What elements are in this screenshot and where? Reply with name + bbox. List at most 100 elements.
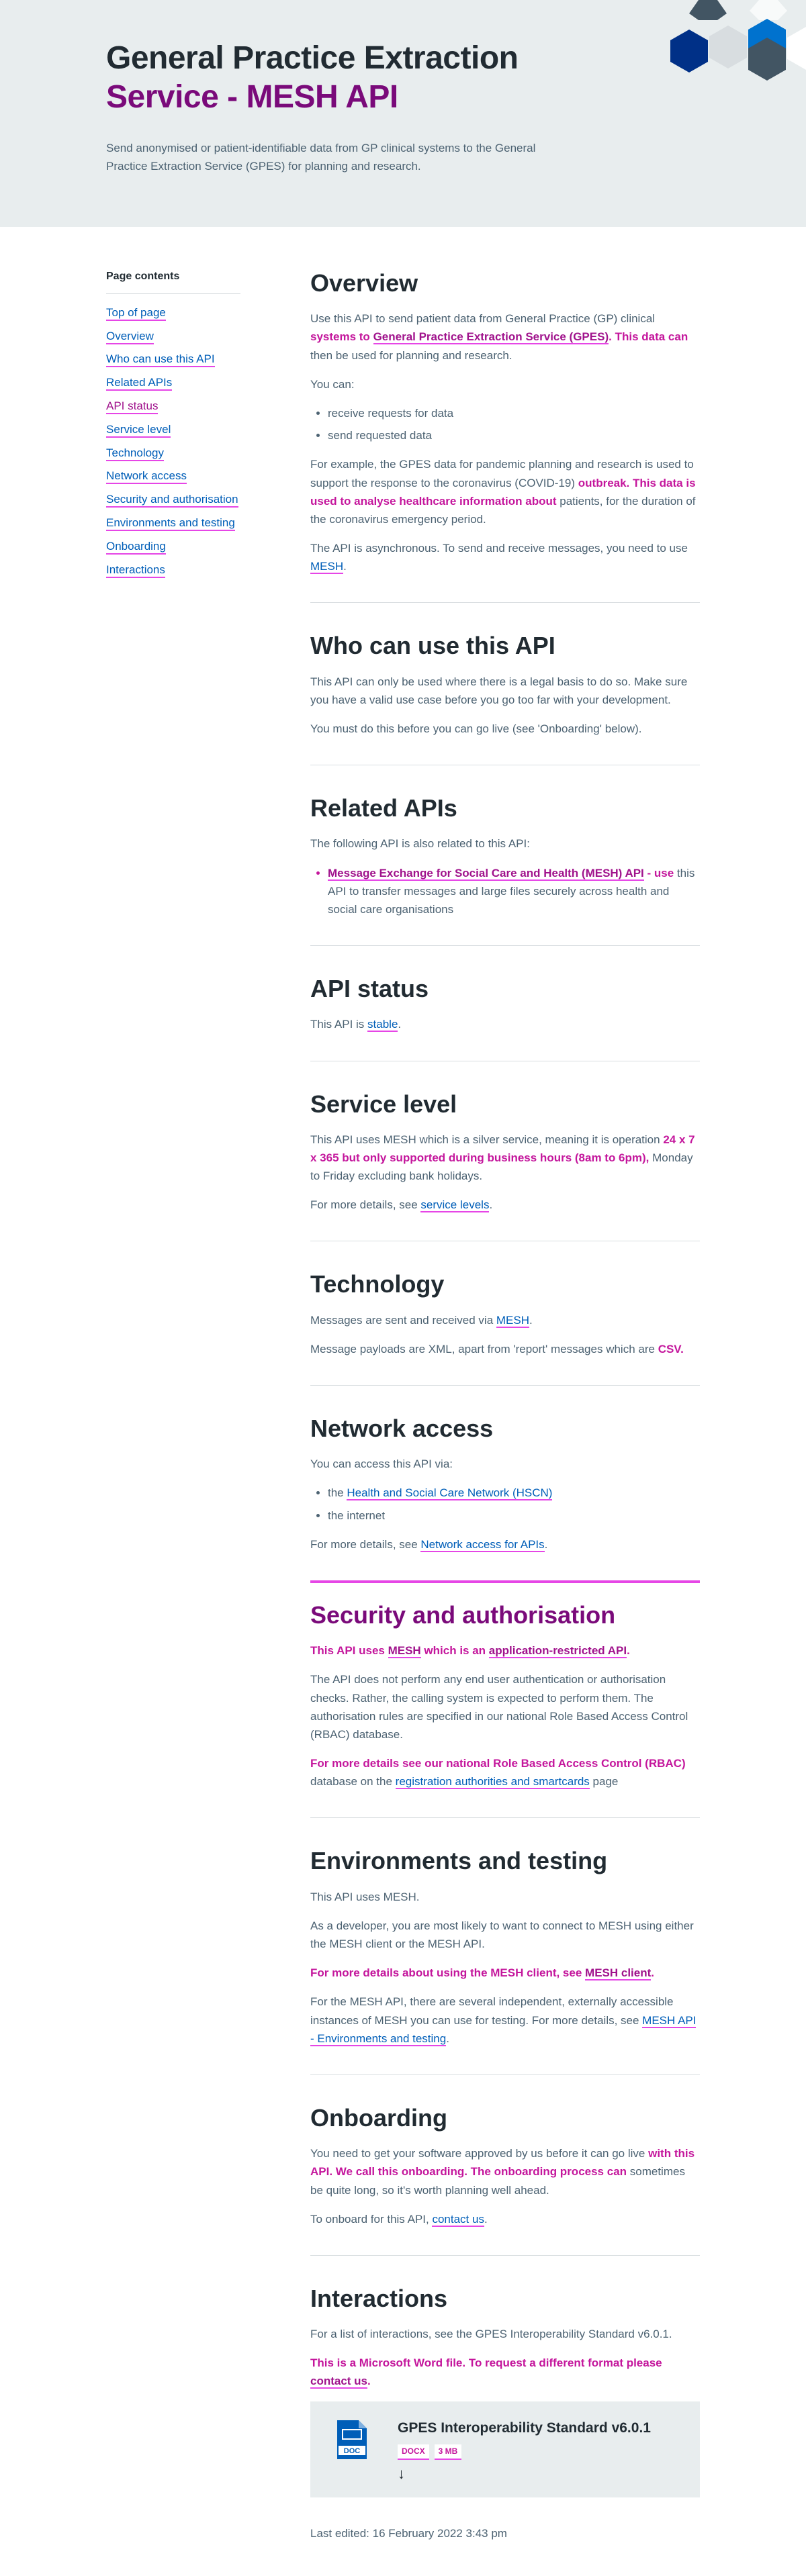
related-list: Message Exchange for Social Care and Hea…	[328, 864, 700, 919]
hscn-link[interactable]: Health and Social Care Network (HSCN)	[347, 1486, 553, 1501]
section-onboarding: Onboarding You need to get your software…	[310, 2103, 700, 2256]
last-edited-date: Last edited: 16 February 2022 3:43 pm	[310, 2526, 507, 2540]
mesh-link[interactable]: MESH	[388, 1644, 421, 1659]
overview-list: receive requests for data send requested…	[328, 404, 700, 444]
section-service-level: Service level This API uses MESH which i…	[310, 1090, 700, 1242]
section-status: API status This API is stable.	[310, 974, 700, 1061]
punctuation: .	[343, 560, 347, 573]
network-heading: Network access	[310, 1415, 494, 1442]
nav-link-onboarding[interactable]: Onboarding	[106, 539, 166, 555]
security-text-hl: which is an	[420, 1644, 489, 1658]
nav-link-interactions[interactable]: Interactions	[106, 563, 165, 578]
contact-us-link[interactable]: contact us	[310, 2375, 368, 2389]
document-title[interactable]: GPES Interoperability Standard v6.0.1	[398, 2418, 651, 2440]
section-overview: Overview Use this API to send patient da…	[310, 269, 700, 604]
list-item: send requested data	[328, 426, 700, 444]
nav-link-who[interactable]: Who can use this API	[106, 352, 215, 368]
technology-text-hl: CSV.	[658, 1342, 684, 1355]
environments-heading: Environments and testing	[310, 1847, 608, 1875]
technology-text: Messages are sent and received via	[310, 1313, 496, 1327]
contact-us-link[interactable]: contact us	[432, 2212, 484, 2227]
status-heading: API status	[310, 975, 429, 1003]
page-description: Send anonymised or patient-identifiable …	[106, 142, 536, 173]
security-paragraph-1: This API uses MESH which is an applicati…	[310, 1641, 700, 1660]
list-item: receive requests for data	[328, 404, 700, 422]
nav-link-network[interactable]: Network access	[106, 469, 187, 485]
list-item: the internet	[328, 1507, 700, 1525]
service-levels-link[interactable]: service levels	[420, 1198, 490, 1213]
punctuation: .	[544, 1537, 548, 1551]
section-security: Security and authorisation This API uses…	[310, 1580, 700, 1819]
environments-paragraph-1: This API uses MESH.	[310, 1890, 420, 1903]
environments-text: For the MESH API, there are several inde…	[310, 1995, 674, 2027]
security-paragraph-3: For more details see our national Role B…	[310, 1754, 700, 1791]
network-access-link[interactable]: Network access for APIs	[420, 1537, 545, 1552]
overview-paragraph-4: The API is asynchronous. To send and rec…	[310, 539, 700, 575]
nav-link-overview[interactable]: Overview	[106, 329, 154, 344]
status-paragraph: This API is stable.	[310, 1015, 700, 1033]
interactions-heading: Interactions	[310, 2284, 448, 2312]
download-arrow-icon[interactable]: ↓	[398, 2466, 651, 2481]
onboarding-paragraph-1: You need to get your software approved b…	[310, 2144, 700, 2199]
technology-paragraph-2: Message payloads are XML, apart from 're…	[310, 1340, 700, 1358]
stable-link[interactable]: stable	[367, 1018, 398, 1033]
overview-paragraph-3: For example, the GPES data for pandemic …	[310, 455, 700, 528]
overview-text-end: then be used for planning and research.	[310, 348, 512, 362]
nav-link-technology[interactable]: Technology	[106, 446, 165, 461]
service-level-paragraph-2: For more details, see service levels.	[310, 1196, 700, 1214]
file-format-badge: DOCX	[398, 2444, 429, 2460]
punctuation: .	[398, 1018, 402, 1031]
doc-icon-label: DOC	[344, 2447, 361, 2455]
nav-link-security[interactable]: Security and authorisation	[106, 493, 238, 508]
document-details: GPES Interoperability Standard v6.0.1 DO…	[398, 2418, 651, 2481]
network-text: For more details, see	[310, 1537, 421, 1551]
page-body: Page contents Top of page Overview Who c…	[0, 227, 806, 2576]
security-paragraph-2: The API does not perform any end user au…	[310, 1673, 688, 1741]
nav-link-environments[interactable]: Environments and testing	[106, 516, 235, 531]
application-restricted-link[interactable]: application-restricted API	[488, 1644, 627, 1659]
security-text-hl: This API uses	[310, 1644, 388, 1658]
network-paragraph-1: You can access this API via:	[310, 1458, 453, 1471]
who-paragraph-2: You must do this before you can go live …	[310, 722, 642, 735]
technology-paragraph-1: Messages are sent and received via MESH.	[310, 1311, 700, 1329]
word-document-icon: DOC	[337, 2420, 367, 2459]
hexagon-decoration	[670, 0, 806, 81]
overview-paragraph-1: Use this API to send patient data from G…	[310, 309, 700, 365]
onboarding-heading: Onboarding	[310, 2103, 447, 2132]
punctuation: .	[627, 1644, 630, 1658]
mesh-link[interactable]: MESH	[310, 560, 344, 575]
related-text-hl: - use	[643, 866, 674, 879]
hero-content: General Practice Extraction Service - ME…	[106, 39, 576, 176]
network-text: the	[328, 1486, 347, 1500]
nav-link-status[interactable]: API status	[106, 399, 159, 414]
registration-authorities-link[interactable]: registration authorities and smartcards	[395, 1775, 590, 1790]
list-item: Message Exchange for Social Care and Hea…	[328, 864, 700, 919]
mesh-link[interactable]: MESH	[496, 1313, 529, 1328]
interactions-paragraph-1: For a list of interactions, see the GPES…	[310, 2328, 672, 2341]
punctuation: .	[484, 2212, 488, 2226]
page-title: General Practice Extraction Service - ME…	[106, 39, 576, 116]
nav-link-related[interactable]: Related APIs	[106, 376, 173, 391]
mesh-api-link[interactable]: Message Exchange for Social Care and Hea…	[328, 866, 644, 881]
section-interactions: Interactions For a list of interactions,…	[310, 2284, 700, 2542]
overview-text: The API is asynchronous. To send and rec…	[310, 542, 688, 555]
security-heading: Security and authorisation	[310, 1601, 616, 1629]
environments-text-hl: For more details about using the MESH cl…	[310, 1966, 586, 1980]
network-list: the Health and Social Care Network (HSCN…	[328, 1484, 700, 1524]
onboarding-text: To onboard for this API,	[310, 2212, 433, 2226]
list-item: the Health and Social Care Network (HSCN…	[328, 1484, 700, 1502]
nav-link-service-level[interactable]: Service level	[106, 422, 171, 438]
main-content: Overview Use this API to send patient da…	[310, 269, 700, 2553]
technology-heading: Technology	[310, 1270, 445, 1298]
punctuation: .	[367, 2375, 371, 2388]
mesh-client-link[interactable]: MESH client	[585, 1966, 652, 1981]
nav-link-top[interactable]: Top of page	[106, 305, 166, 321]
page-title-line2: Service - MESH API	[106, 79, 398, 115]
gpes-link[interactable]: General Practice Extraction Service (GPE…	[373, 330, 609, 345]
onboarding-paragraph-2: To onboard for this API, contact us.	[310, 2210, 700, 2228]
document-download-card[interactable]: DOC GPES Interoperability Standard v6.0.…	[310, 2401, 700, 2497]
punctuation: .	[489, 1198, 493, 1212]
section-network: Network access You can access this API v…	[310, 1414, 700, 1580]
service-level-heading: Service level	[310, 1090, 457, 1118]
who-heading: Who can use this API	[310, 632, 555, 660]
